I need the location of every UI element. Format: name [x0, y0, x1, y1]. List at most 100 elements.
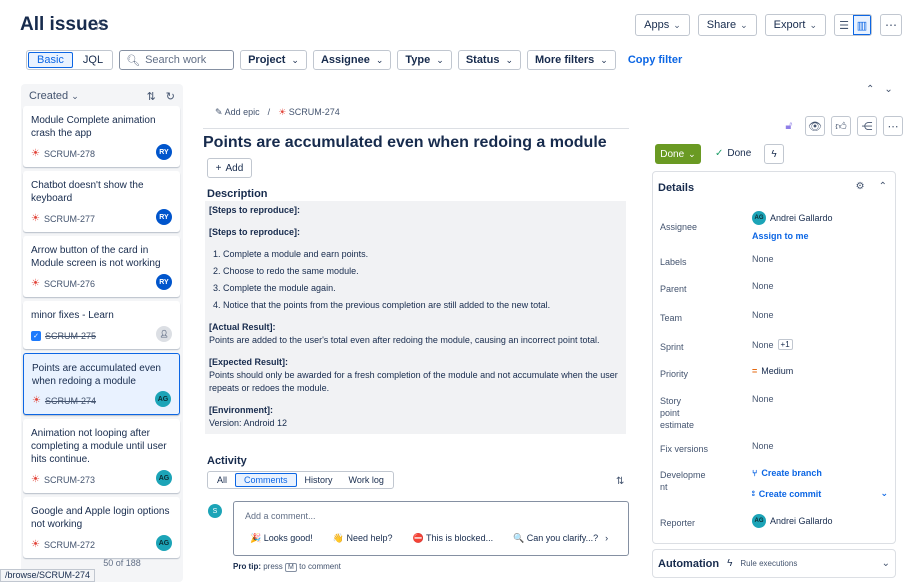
chevron-down-icon: ⌄	[673, 19, 681, 30]
list-item[interactable]: Module Complete animation crash the app …	[23, 106, 180, 167]
task-icon: ✓	[31, 331, 41, 341]
configure-icon[interactable]: ⚙	[856, 181, 865, 192]
more-options-icon[interactable]: ⋯	[883, 116, 903, 136]
chevron-down-icon: ⌄	[375, 54, 384, 65]
create-commit-label: Create commit	[758, 488, 822, 499]
more-filters[interactable]: More filters ⌄	[526, 50, 616, 70]
bug-icon: ☀	[31, 539, 40, 550]
jql-tab[interactable]: JQL	[75, 52, 111, 68]
tab-history[interactable]: History	[297, 473, 341, 487]
refresh-icon[interactable]: ↻	[166, 90, 175, 103]
chevron-down-icon[interactable]: ⌄	[880, 488, 888, 499]
share-icon[interactable]: ⋲	[857, 116, 877, 136]
quick-reply-blocked[interactable]: ⛔ This is blocked...	[413, 533, 494, 544]
basic-tab[interactable]: Basic	[28, 52, 73, 68]
export-button[interactable]: Export ⌄	[764, 14, 826, 36]
assign-to-me-label: Assign to me	[752, 231, 809, 241]
pro-tip: Pro tip: press M to comment	[233, 562, 341, 572]
assignee-filter[interactable]: Assignee ⌄	[312, 50, 392, 70]
sprint-value[interactable]: None +1	[752, 339, 793, 350]
assignee-label: Assignee	[660, 222, 698, 232]
chevron-down-icon[interactable]: ⌄	[884, 84, 892, 95]
detail-view-icon[interactable]: ▥	[853, 15, 871, 35]
priority-value[interactable]: = Medium	[752, 366, 793, 376]
tab-work-log[interactable]: Work log	[341, 473, 392, 487]
edit-icon: ✎	[215, 106, 223, 117]
apps-button[interactable]: Apps ⌄	[635, 14, 690, 36]
check-icon: ✓	[715, 148, 724, 159]
share-button[interactable]: Share ⌄	[697, 14, 757, 36]
add-epic-link[interactable]: ✎ Add epic	[215, 107, 260, 118]
issue-key-link[interactable]: ☀ SCRUM-274	[278, 107, 340, 118]
sprint-extra-badge[interactable]: +1	[777, 339, 793, 350]
type-filter[interactable]: Type ⌄	[397, 50, 452, 70]
star-icon[interactable]: ☆	[93, 16, 106, 34]
issue-navigation: ⌃ ⌄	[866, 84, 893, 95]
bug-icon: ☀	[278, 106, 287, 117]
fix-versions-label: Fix versions	[660, 444, 709, 454]
list-count: 50 of 188	[103, 558, 141, 568]
priority-medium-icon: =	[752, 366, 758, 376]
list-item[interactable]: Chatbot doesn't show the keyboard ☀ SCRUM…	[23, 171, 180, 232]
more-filters-label: More filters	[534, 54, 595, 66]
expected-text: Points should only be awarded for a fres…	[209, 370, 618, 393]
details-panel: Details ⚙ ⌃ Assignee AG Andrei Gallardo A…	[652, 171, 896, 544]
lightning-icon[interactable]: ϟ	[764, 144, 784, 164]
list-item[interactable]: Animation not looping after completing a…	[23, 419, 180, 493]
watch-eye-icon[interactable]: 👁︎	[805, 116, 825, 136]
branch-icon: ⑂	[752, 468, 758, 478]
avatar: AG	[752, 211, 766, 225]
description-body[interactable]: [Steps to reproduce]: [Steps to reproduc…	[205, 201, 626, 434]
fix-versions-value[interactable]: None	[752, 441, 774, 451]
list-item[interactable]: Google and Apple login options not worki…	[23, 497, 180, 558]
reporter-label: Reporter	[660, 518, 696, 528]
sort-dropdown[interactable]: Created ⌄	[29, 90, 79, 102]
chevron-down-icon[interactable]: ⌄	[882, 558, 890, 569]
list-item[interactable]: minor fixes - Learn ✓ SCRUM-275 👤︎	[23, 301, 180, 349]
add-epic-label: Add epic	[224, 106, 260, 117]
assign-to-me-link[interactable]: Assign to me	[752, 231, 809, 241]
environment-heading: [Environment]:	[209, 405, 273, 415]
story-label-line: estimate	[660, 420, 695, 430]
create-commit-link[interactable]: ⦂ Create commit ⌄	[752, 488, 888, 499]
quick-reply-need-help[interactable]: 👋 Need help?	[333, 533, 393, 544]
thumbs-up-icon[interactable]: 👍︎	[831, 116, 851, 136]
issue-title[interactable]: Points are accumulated even when redoing…	[203, 128, 629, 152]
team-label: Team	[660, 313, 683, 323]
tab-all[interactable]: All	[209, 473, 235, 487]
create-branch-link[interactable]: ⑂ Create branch	[752, 468, 822, 478]
unassigned-avatar-icon: 👤︎	[156, 326, 172, 342]
parent-value[interactable]: None	[752, 281, 774, 291]
automation-panel[interactable]: Automation ϟ Rule executions ⌄	[652, 549, 896, 578]
list-item-selected[interactable]: Points are accumulated even when redoing…	[23, 353, 180, 415]
tab-comments[interactable]: Comments	[235, 473, 297, 487]
list-item[interactable]: Arrow button of the card in Module scree…	[23, 236, 180, 297]
quick-reply-looks-good[interactable]: 🎉 Looks good!	[250, 533, 313, 544]
search-input[interactable]: 🔍︎ Search work	[119, 50, 235, 70]
sort-order-icon[interactable]: ⇅	[147, 90, 156, 103]
labels-value[interactable]: None	[752, 254, 774, 264]
dev-label-line: nt	[660, 482, 668, 492]
status-filter[interactable]: Status ⌄	[457, 50, 521, 70]
description-heading: Description	[207, 188, 268, 200]
plus-icon: +	[215, 162, 222, 174]
team-value[interactable]: None	[752, 310, 774, 320]
copy-filter-link[interactable]: Copy filter	[628, 54, 682, 66]
add-button[interactable]: + Add	[207, 158, 252, 178]
assignee-value[interactable]: AG Andrei Gallardo	[752, 211, 833, 225]
more-options-icon[interactable]: ⋯	[880, 14, 902, 36]
quick-reply-clarify[interactable]: 🔍 Can you clarify...?	[513, 533, 598, 544]
comment-input[interactable]: Add a comment... 🎉 Looks good! 👋 Need he…	[233, 501, 629, 556]
list-view-icon[interactable]: ☰	[835, 15, 853, 35]
steps-heading: [Steps to reproduce]:	[209, 227, 301, 237]
lock-icon[interactable]: 🔓︎	[779, 116, 799, 136]
story-point-value[interactable]: None	[752, 394, 774, 404]
activity-sort-icon[interactable]: ⇅	[616, 476, 624, 487]
chevron-right-icon[interactable]: ›	[605, 533, 608, 543]
reporter-value[interactable]: AG Andrei Gallardo	[752, 514, 833, 528]
project-filter[interactable]: Project ⌄	[240, 50, 307, 70]
chevron-up-icon[interactable]: ⌃	[866, 84, 874, 95]
pro-tip-rest: to comment	[299, 562, 341, 571]
chevron-up-icon[interactable]: ⌃	[879, 181, 887, 192]
status-dropdown[interactable]: Done ⌄	[655, 144, 701, 164]
